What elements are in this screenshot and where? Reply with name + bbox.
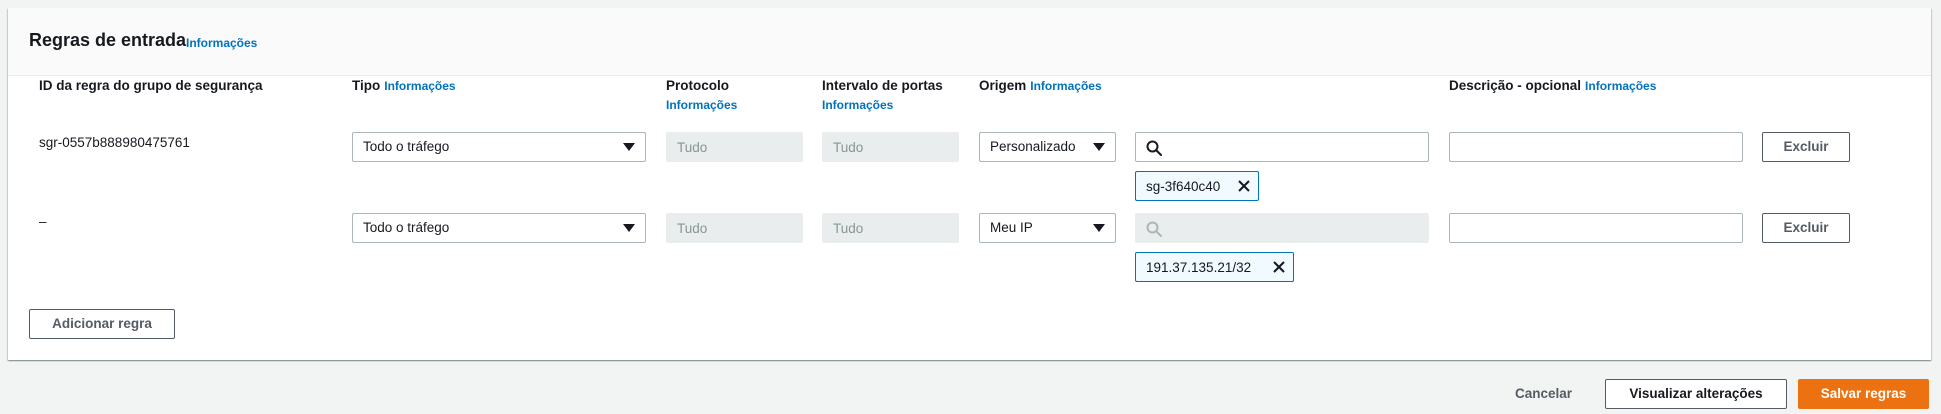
type-info-link[interactable]: Informações [384,79,455,93]
type-select-value: Todo o tráfego [363,139,450,154]
source-type-value: Personalizado [990,139,1076,154]
column-header-port-range: Intervalo de portas [822,78,943,93]
column-header-protocol-label: Protocolo [666,78,729,93]
protocol-value: Tudo [677,140,708,155]
source-info-link[interactable]: Informações [1030,79,1101,93]
port-range-value: Tudo [833,221,864,236]
delete-rule-button[interactable]: Excluir [1762,132,1850,162]
description-input[interactable] [1449,213,1743,243]
protocol-field: Tudo [666,132,803,162]
column-header-type-label: Tipo [352,78,381,93]
panel-header: Regras de entrada Informações [8,8,1931,76]
inbound-rules-panel: Regras de entrada Informações ID da regr… [8,8,1931,360]
source-type-value: Meu IP [990,220,1033,235]
source-token-label: sg-3f640c40 [1146,179,1221,194]
preview-changes-label: Visualizar alterações [1629,386,1763,401]
source-type-select[interactable]: Meu IP [979,213,1116,243]
column-header-protocol: Protocolo [666,78,729,93]
description-input[interactable] [1449,132,1743,162]
save-rules-label: Salvar regras [1820,386,1907,401]
column-header-rule-id-label: ID da regra do grupo de segurança [39,78,263,93]
caret-down-icon [623,224,635,232]
save-rules-button[interactable]: Salvar regras [1798,379,1929,409]
close-icon[interactable] [1271,259,1287,275]
column-header-description-label: Descrição - opcional [1449,78,1582,93]
protocol-info-link[interactable]: Informações [666,98,737,112]
source-token: 191.37.135.21/32 [1135,252,1294,282]
source-token-label: 191.37.135.21/32 [1146,260,1252,275]
panel-info-link[interactable]: Informações [186,36,257,50]
protocol-field: Tudo [666,213,803,243]
panel-title: Regras de entrada [29,30,187,50]
caret-down-icon [1093,143,1105,151]
column-header-port-range-label: Intervalo de portas [822,78,943,93]
delete-rule-label: Excluir [1783,139,1829,154]
preview-changes-button[interactable]: Visualizar alterações [1605,379,1787,409]
type-select-value: Todo o tráfego [363,220,450,235]
column-header-source: Origem Informações [979,78,1102,93]
column-header-type: Tipo Informações [352,78,456,93]
search-icon [1146,140,1162,156]
add-rule-button[interactable]: Adicionar regra [29,309,175,339]
type-select[interactable]: Todo o tráfego [352,132,646,162]
protocol-value: Tudo [677,221,708,236]
type-select[interactable]: Todo o tráfego [352,213,646,243]
search-icon [1146,221,1162,237]
port-range-info-link[interactable]: Informações [822,98,893,112]
port-range-value: Tudo [833,140,864,155]
caret-down-icon [1093,224,1105,232]
port-range-field: Tudo [822,213,959,243]
source-token: sg-3f640c40 [1135,171,1259,201]
source-search-input[interactable] [1135,132,1429,162]
description-info-link[interactable]: Informações [1585,79,1656,93]
delete-rule-label: Excluir [1783,220,1829,235]
column-header-source-label: Origem [979,78,1027,93]
port-range-field: Tudo [822,132,959,162]
add-rule-label: Adicionar regra [52,316,152,331]
rule-id: sgr-0557b888980475761 [39,135,190,150]
source-type-select[interactable]: Personalizado [979,132,1116,162]
source-search-input [1135,213,1429,243]
column-header-rule-id: ID da regra do grupo de segurança [39,78,263,93]
column-header-description: Descrição - opcional Informações [1449,78,1656,93]
rule-id: – [39,214,47,229]
cancel-button[interactable]: Cancelar [1515,386,1572,401]
delete-rule-button[interactable]: Excluir [1762,213,1850,243]
caret-down-icon [623,143,635,151]
close-icon[interactable] [1236,178,1252,194]
